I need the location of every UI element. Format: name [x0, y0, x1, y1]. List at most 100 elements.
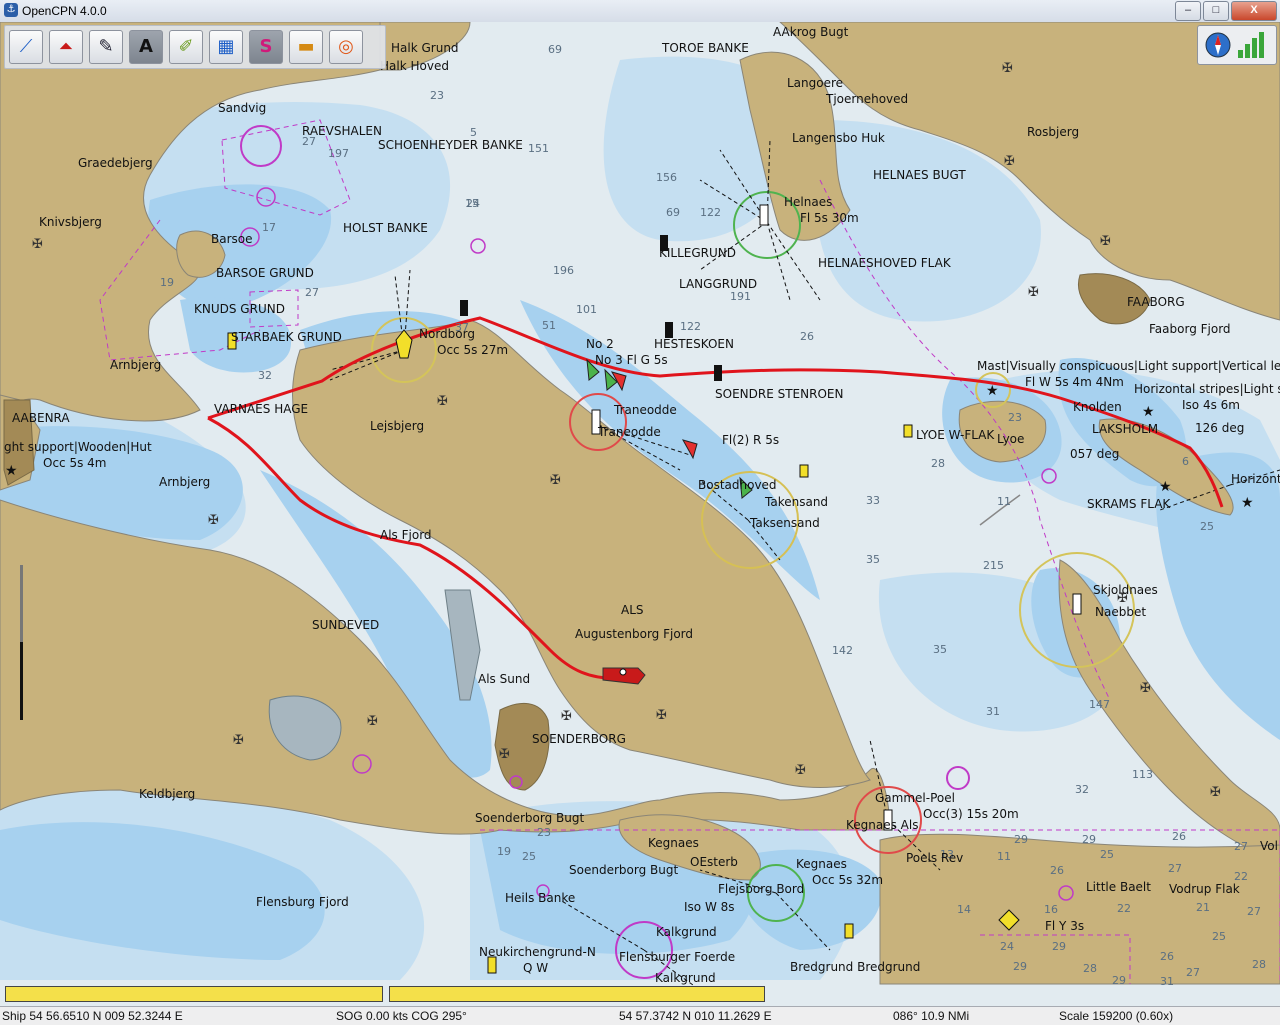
sounding: 33 [866, 494, 880, 507]
sounding: 27 [1168, 862, 1182, 875]
sounding: 101 [576, 303, 597, 316]
label-bostadhoved: Bostadhoved [698, 478, 777, 492]
label-lyoe: Lyoe [997, 432, 1024, 446]
progress-left [5, 986, 383, 1002]
svg-text:★: ★ [986, 383, 999, 399]
label-heils-banke: Heils Banke [505, 891, 575, 905]
label-isow8s: Iso W 8s [684, 900, 735, 914]
svg-text:✠: ✠ [795, 763, 806, 778]
text-toggle-button[interactable]: A [129, 30, 163, 64]
sounding: 142 [832, 644, 853, 657]
label-flejsborg: Flejsborg Bord [718, 882, 804, 896]
label-keldbjerg: Keldbjerg [139, 787, 195, 801]
progress-right [389, 986, 765, 1002]
maximize-button[interactable]: □ [1203, 1, 1229, 21]
nautical-chart[interactable]: ✠✠✠ ✠✠✠ ✠✠✠ ✠ ✠✠ ✠✠✠ ✠✠ ★★★ ★★ 69 23 5 1… [0, 22, 1280, 1006]
label-arnbjerg-2: Arnbjerg [159, 475, 210, 489]
wrench-icon: ✎ [98, 36, 114, 57]
label-raevshalen: RAEVSHALEN [302, 124, 382, 138]
sounding: 147 [1089, 698, 1110, 711]
label-faaborg-fjord: Faaborg Fjord [1149, 322, 1231, 336]
track-button[interactable]: S [249, 30, 283, 64]
sounding: 29 [1112, 974, 1126, 987]
label-barsoe-grund: BARSOE GRUND [216, 266, 314, 280]
sounding: 51 [542, 319, 556, 332]
label-flensburger: Flensburger Foerde [619, 950, 735, 964]
compass-icon [1205, 32, 1231, 58]
label-occ5s4m: Occ 5s 4m [43, 456, 106, 470]
sounding: 27 [1247, 905, 1261, 918]
label-helnaes: Helnaes [784, 195, 832, 209]
sounding: 29 [1052, 940, 1066, 953]
sounding: 197 [328, 147, 349, 160]
label-taksensand: Taksensand [749, 516, 820, 530]
label-occ3: Occ(3) 15s 20m [923, 807, 1019, 821]
checklist-icon: ▦ [217, 36, 235, 57]
minimize-button[interactable]: – [1175, 1, 1201, 21]
sounding: 29 [1082, 833, 1096, 846]
svg-text:✠: ✠ [233, 733, 244, 748]
label-gammel-poel: Gammel-Poel [875, 791, 955, 805]
svg-text:✠: ✠ [437, 394, 448, 409]
sounding: 32 [1075, 783, 1089, 796]
sounding: 16 [1044, 903, 1058, 916]
label-langensbo: Langensbo Huk [792, 131, 885, 145]
text-icon: A [139, 36, 153, 57]
color-scheme-button[interactable]: ▬ [289, 30, 323, 64]
status-ship-position: Ship 54 56.6510 N 009 52.3244 E [2, 1009, 183, 1023]
close-button[interactable]: X [1231, 1, 1277, 21]
svg-text:✠: ✠ [550, 473, 561, 488]
label-lejsbjerg: Lejsbjerg [370, 419, 424, 433]
sounding: 27 [305, 286, 319, 299]
sounding: 215 [983, 559, 1004, 572]
sounding: 22 [1117, 902, 1131, 915]
label-fl2r: Fl(2) R 5s [722, 433, 779, 447]
sounding: 31 [1160, 975, 1174, 988]
status-bar: Ship 54 56.6510 N 009 52.3244 E SOG 0.00… [0, 1006, 1280, 1025]
sounding: 122 [680, 320, 701, 333]
sounding: 28 [1083, 962, 1097, 975]
sounding: 31 [986, 705, 1000, 718]
create-route-button[interactable]: ✐ [169, 30, 203, 64]
sounding: 23 [1008, 411, 1022, 424]
label-killegrund: KILLEGRUND [659, 246, 736, 260]
gps-status-widget[interactable] [1197, 25, 1277, 65]
label-bredgrund: Bredgrund Bredgrund [790, 960, 920, 974]
sounding: 28 [931, 457, 945, 470]
svg-text:★: ★ [1159, 479, 1172, 495]
options-button[interactable]: ✎ [89, 30, 123, 64]
label-faaborg: FAABORG [1127, 295, 1185, 309]
label-holst-banke: HOLST BANKE [343, 221, 428, 235]
label-knuds-grund: KNUDS GRUND [194, 302, 285, 316]
label-soenderborg-bugt-2: Soenderborg Bugt [569, 863, 678, 877]
label-kalkgrund: Kalkgrund [656, 925, 717, 939]
label-neukirchen: Neukirchengrund-N [479, 945, 596, 959]
label-langgrund: LANGGRUND [679, 277, 757, 291]
label-takensand: Takensand [764, 495, 828, 509]
settings-button[interactable]: ▦ [209, 30, 243, 64]
chart-canvas[interactable]: ✠ ✠ ✠ ✠ ✠ ✠ ✠ ✠ ✠ ✠ ✠ ✠ ✠ ✠ ✠ ✠ ✠ ★ ★ ★ … [0, 22, 1280, 1006]
svg-text:★: ★ [1142, 404, 1155, 420]
label-barsoe: Barsoe [211, 232, 253, 246]
label-no3: No 3 Fl G 5s [595, 353, 668, 367]
label-toroe-banke: TOROE BANKE [661, 41, 749, 55]
track-icon: S [259, 36, 273, 57]
sounding: 26 [1160, 950, 1174, 963]
sounding: 21 [1196, 901, 1210, 914]
sounding: 196 [553, 264, 574, 277]
label-aakrog-bugt: AAkrog Bugt [773, 25, 849, 39]
label-deg057: 057 deg [1070, 447, 1119, 461]
label-kegnaes-2: Kegnaes [796, 857, 847, 871]
sounding: 28 [1252, 958, 1266, 971]
status-cursor-position: 54 57.3742 N 010 11.2629 E [619, 1009, 772, 1023]
lifebuoy-icon: ◎ [338, 36, 354, 57]
label-langoere: Langoere [787, 76, 843, 90]
sounding: 24 [1000, 940, 1014, 953]
route-manager-button[interactable]: ⟋ [9, 30, 43, 64]
sounding: 14 [957, 903, 971, 916]
sounding: 19 [497, 845, 511, 858]
svg-text:✠: ✠ [32, 237, 43, 252]
svg-text:✠: ✠ [1100, 234, 1111, 249]
ais-button[interactable]: ⏶ [49, 30, 83, 64]
mob-button[interactable]: ◎ [329, 30, 363, 64]
